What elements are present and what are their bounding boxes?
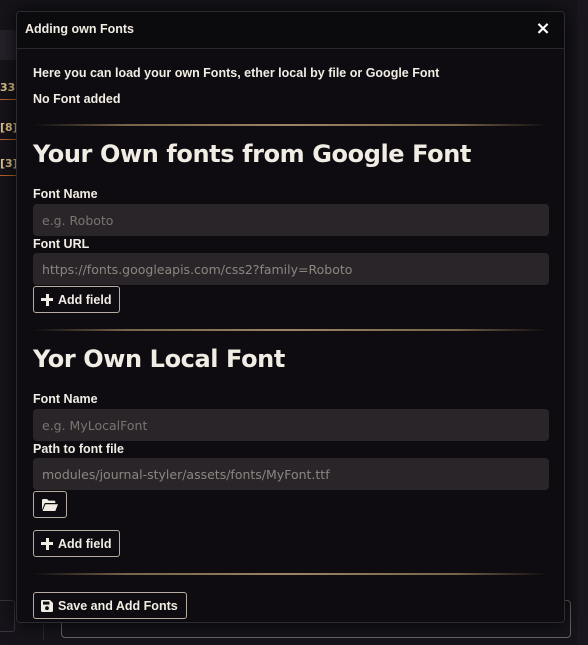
dialog-title: Adding own Fonts — [25, 22, 135, 36]
background-scroll-edge — [577, 0, 588, 645]
google-add-field-label: Add field — [58, 292, 112, 307]
background-count-badge: [3] — [0, 152, 18, 176]
save-and-add-fonts-button[interactable]: Save and Add Fonts — [33, 592, 187, 619]
background-sidebar-tab[interactable] — [0, 30, 16, 60]
local-font-name-label: Font Name — [33, 392, 98, 406]
dialog-header[interactable]: Adding own Fonts × — [17, 12, 564, 49]
save-and-add-fonts-label: Save and Add Fonts — [58, 598, 178, 613]
font-path-input[interactable] — [33, 458, 549, 490]
adding-fonts-dialog: Adding own Fonts × Here you can load you… — [16, 11, 565, 623]
plus-icon — [41, 537, 53, 550]
close-icon: × — [535, 18, 551, 39]
google-font-url-input[interactable] — [33, 253, 549, 285]
font-status-text: No Font added — [33, 92, 121, 106]
section-divider — [33, 329, 548, 331]
section-divider — [33, 124, 548, 126]
background-count-badge: 33] — [0, 76, 20, 100]
plus-icon — [41, 293, 53, 306]
google-add-field-button[interactable]: Add field — [33, 286, 121, 313]
background-count-badge: [8] — [0, 116, 18, 140]
font-path-label: Path to font file — [33, 442, 124, 456]
local-add-field-label: Add field — [58, 536, 112, 551]
folder-open-icon — [42, 499, 58, 511]
local-font-name-input[interactable] — [33, 409, 549, 441]
google-font-section-title: Your Own fonts from Google Font — [33, 140, 471, 168]
local-add-field-button[interactable]: Add field — [33, 530, 121, 557]
intro-text: Here you can load your own Fonts, ether … — [33, 66, 440, 80]
google-font-name-label: Font Name — [33, 187, 98, 201]
close-button[interactable]: × — [534, 18, 552, 40]
dialog-content: Here you can load your own Fonts, ether … — [33, 48, 549, 622]
browse-files-button[interactable] — [33, 491, 67, 518]
floppy-disk-icon — [41, 599, 53, 612]
section-divider — [33, 573, 548, 575]
background-bottom-button[interactable] — [0, 600, 15, 632]
google-font-name-input[interactable] — [33, 204, 549, 236]
google-font-url-label: Font URL — [33, 237, 90, 251]
local-font-section-title: Yor Own Local Font — [33, 345, 285, 373]
